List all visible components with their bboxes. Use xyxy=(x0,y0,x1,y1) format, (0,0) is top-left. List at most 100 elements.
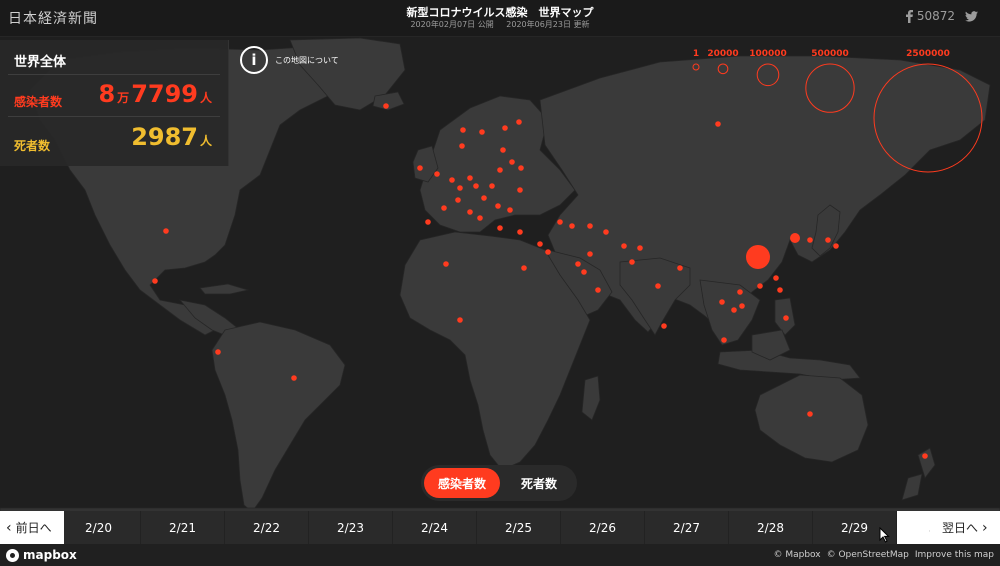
date-item[interactable]: 2/23 xyxy=(308,511,392,544)
case-marker[interactable] xyxy=(581,269,587,275)
case-marker[interactable] xyxy=(441,205,447,211)
case-marker[interactable] xyxy=(473,183,479,189)
case-marker[interactable] xyxy=(922,453,928,459)
case-marker[interactable] xyxy=(715,121,721,127)
case-marker[interactable] xyxy=(497,225,503,231)
info-icon[interactable]: i xyxy=(240,46,268,74)
case-marker[interactable] xyxy=(677,265,683,271)
case-marker[interactable] xyxy=(825,237,831,243)
case-marker[interactable] xyxy=(477,215,483,221)
prev-day-label: 前日へ xyxy=(15,521,52,535)
case-marker[interactable] xyxy=(434,171,440,177)
case-marker[interactable] xyxy=(383,103,389,109)
stats-divider-2 xyxy=(8,116,220,117)
date-item[interactable]: 2/26 xyxy=(560,511,644,544)
case-marker[interactable] xyxy=(833,243,839,249)
stats-divider xyxy=(8,74,220,75)
case-marker[interactable] xyxy=(518,165,524,171)
attribution-mapbox[interactable]: © Mapbox xyxy=(773,550,820,560)
case-marker[interactable] xyxy=(719,299,725,305)
case-marker[interactable] xyxy=(489,183,495,189)
case-marker[interactable] xyxy=(502,125,508,131)
date-item[interactable]: 2/20 xyxy=(56,511,140,544)
date-item[interactable]: 2/28 xyxy=(728,511,812,544)
updated-date: 2020年06月23日 更新 xyxy=(506,20,590,29)
case-marker[interactable] xyxy=(773,275,779,281)
case-marker[interactable] xyxy=(459,143,465,149)
case-marker[interactable] xyxy=(545,249,551,255)
case-marker[interactable] xyxy=(621,243,627,249)
case-marker[interactable] xyxy=(783,315,789,321)
toggle-cases-button[interactable]: 感染者数 xyxy=(424,468,500,498)
cases-label: 感染者数 xyxy=(14,95,63,109)
case-marker[interactable] xyxy=(757,283,763,289)
case-marker[interactable] xyxy=(443,261,449,267)
case-marker-large[interactable] xyxy=(790,233,800,243)
case-marker[interactable] xyxy=(449,177,455,183)
next-day-button[interactable]: 翌日へ › xyxy=(930,511,1000,544)
case-marker[interactable] xyxy=(507,207,513,213)
case-marker[interactable] xyxy=(629,259,635,265)
deaths-label: 死者数 xyxy=(14,139,51,153)
case-marker[interactable] xyxy=(152,278,158,284)
case-marker[interactable] xyxy=(481,195,487,201)
case-marker[interactable] xyxy=(537,241,543,247)
case-marker[interactable] xyxy=(215,349,221,355)
case-marker[interactable] xyxy=(495,203,501,209)
case-marker[interactable] xyxy=(739,303,745,309)
case-marker[interactable] xyxy=(455,197,461,203)
case-marker[interactable] xyxy=(417,165,423,171)
next-day-label: 翌日へ xyxy=(942,521,979,535)
about-map-label: この地図について xyxy=(275,55,339,65)
case-marker[interactable] xyxy=(807,411,813,417)
case-marker[interactable] xyxy=(737,289,743,295)
case-marker[interactable] xyxy=(587,251,593,257)
case-marker[interactable] xyxy=(460,127,466,133)
case-marker[interactable] xyxy=(291,375,297,381)
case-marker[interactable] xyxy=(467,175,473,181)
prev-day-button[interactable]: ‹ 前日へ xyxy=(0,511,64,544)
about-map-link[interactable]: i この地図について xyxy=(240,46,339,74)
date-item[interactable]: 2/27 xyxy=(644,511,728,544)
case-marker[interactable] xyxy=(661,323,667,329)
case-marker[interactable] xyxy=(516,119,522,125)
date-item[interactable]: 2/22 xyxy=(224,511,308,544)
case-marker[interactable] xyxy=(517,187,523,193)
case-marker[interactable] xyxy=(457,185,463,191)
case-marker[interactable] xyxy=(731,307,737,313)
case-marker[interactable] xyxy=(517,229,523,235)
case-marker[interactable] xyxy=(500,147,506,153)
facebook-share[interactable]: 50872 xyxy=(905,9,955,23)
case-marker[interactable] xyxy=(163,228,169,234)
case-marker[interactable] xyxy=(587,223,593,229)
mapbox-logo[interactable]: mapbox xyxy=(6,548,77,562)
case-marker-large[interactable] xyxy=(746,245,770,269)
date-item[interactable]: 2/24 xyxy=(392,511,476,544)
map-attribution: © Mapbox © OpenStreetMap Improve this ma… xyxy=(773,550,994,560)
case-marker[interactable] xyxy=(457,317,463,323)
case-marker[interactable] xyxy=(575,261,581,267)
case-marker[interactable] xyxy=(425,219,431,225)
case-marker[interactable] xyxy=(467,209,473,215)
twitter-icon[interactable] xyxy=(965,10,978,22)
case-marker[interactable] xyxy=(569,223,575,229)
case-marker[interactable] xyxy=(595,287,601,293)
case-marker[interactable] xyxy=(637,245,643,251)
case-marker[interactable] xyxy=(655,283,661,289)
attribution-improve[interactable]: Improve this map xyxy=(915,550,994,560)
case-marker[interactable] xyxy=(807,237,813,243)
case-marker[interactable] xyxy=(521,265,527,271)
toggle-deaths-button[interactable]: 死者数 xyxy=(503,468,575,498)
case-marker[interactable] xyxy=(721,337,727,343)
case-marker[interactable] xyxy=(557,219,563,225)
attribution-osm[interactable]: © OpenStreetMap xyxy=(827,550,909,560)
case-marker[interactable] xyxy=(479,129,485,135)
case-marker[interactable] xyxy=(777,287,783,293)
case-marker[interactable] xyxy=(509,159,515,165)
case-marker[interactable] xyxy=(497,167,503,173)
header: 日本経済新聞 新型コロナウイルス感染 世界マップ 2020年02月07日 公開 … xyxy=(0,0,1000,37)
date-item[interactable]: 2/25 xyxy=(476,511,560,544)
date-item[interactable]: 2/21 xyxy=(140,511,224,544)
facebook-icon xyxy=(905,9,913,23)
case-marker[interactable] xyxy=(603,229,609,235)
